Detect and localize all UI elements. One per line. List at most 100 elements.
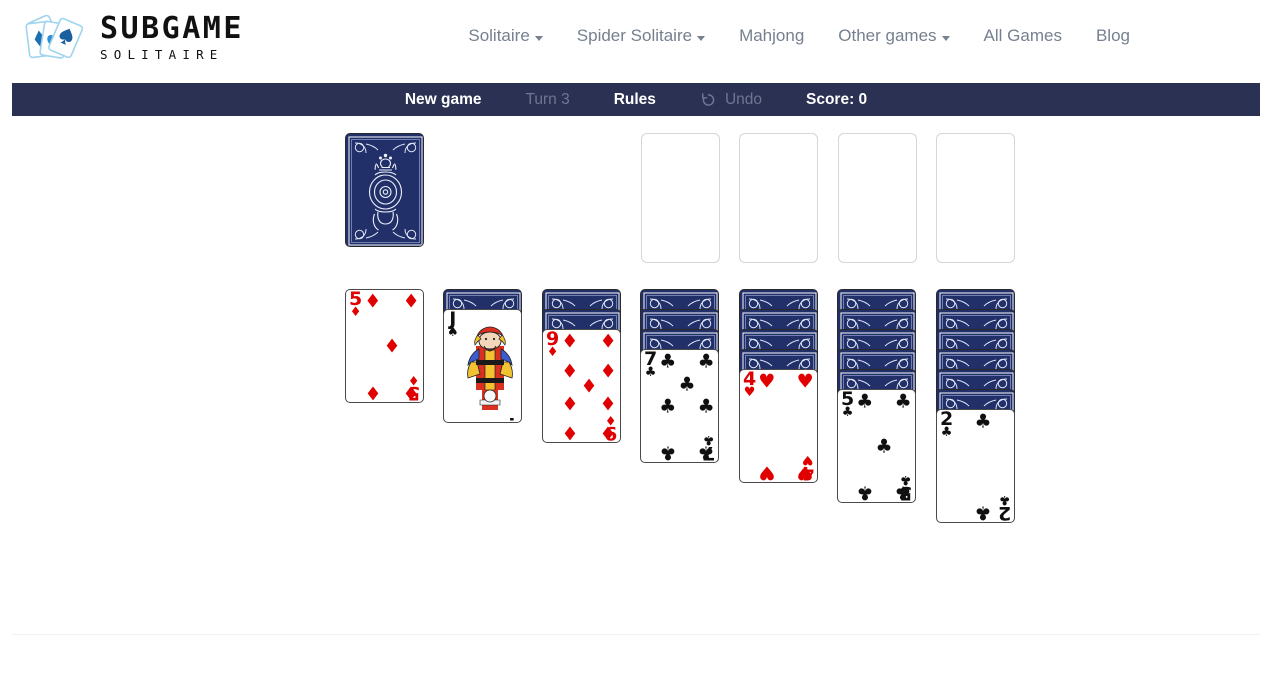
tableau-column-4[interactable]: 7 ♣ 7 ♣ ♣ ♣ ♣ ♣ ♣ ♣ ♣	[640, 289, 719, 463]
card-pip: ♥	[796, 461, 814, 483]
card-pip: ♦	[599, 421, 617, 443]
foundation-slot[interactable]	[641, 133, 720, 263]
foundation-slot[interactable]	[739, 133, 818, 263]
nav-label-solitaire: Solitaire	[468, 26, 530, 45]
court-figure-icon	[458, 316, 521, 418]
logo-title: SUBGAME	[100, 11, 244, 47]
card-pip: ♣	[894, 390, 912, 413]
nav-item-mahjong[interactable]: Mahjong	[739, 26, 804, 46]
tableau-column-5[interactable]: 4 ♥ 4 ♥ ♥ ♥ ♥ ♥	[739, 289, 818, 483]
card-corner-top: J ♠	[447, 310, 459, 341]
card-suit-icon: ♥	[743, 385, 756, 401]
foundation-pile-2[interactable]	[739, 133, 818, 263]
foundation-pile-1[interactable]	[641, 133, 720, 263]
card-pip: ♦	[599, 391, 617, 414]
tableau-column-7[interactable]: 2 ♣ 2 ♣ ♣ ♣	[936, 289, 1015, 523]
foundation-pile-4[interactable]	[936, 133, 1015, 263]
nav-label-all-games: All Games	[983, 26, 1062, 45]
undo-arrow-icon	[701, 93, 715, 106]
turn-mode-button[interactable]: Turn 3	[503, 91, 591, 109]
nav-item-blog[interactable]: Blog	[1096, 26, 1130, 46]
chevron-down-icon	[534, 35, 543, 41]
card-pip: ♣	[697, 441, 715, 463]
undo-label: Undo	[724, 90, 762, 108]
card-pip: ♦	[561, 421, 579, 443]
chevron-down-icon	[697, 35, 706, 41]
card-corner-top: 5 ♣	[841, 390, 854, 421]
card-pip: ♦	[561, 330, 579, 353]
card-pip: ♥	[796, 370, 814, 393]
card-corner-top: 7 ♣	[644, 350, 657, 379]
card-suit-icon: ♣	[940, 425, 953, 441]
card-pip: ♥	[758, 370, 776, 393]
card-pip: ♦	[402, 381, 420, 403]
card-pip: ♦	[561, 360, 579, 383]
card-back[interactable]	[345, 133, 424, 247]
nav-label-blog: Blog	[1095, 26, 1130, 45]
card-corner-top: 9 ♦	[546, 330, 559, 361]
game-board: 5 ♦ 5 ♦ ♦♦♦♦♦ J ♠ J ♠	[0, 116, 1280, 635]
card-suit-icon: ♠	[447, 325, 459, 341]
foundation-pile-3[interactable]	[838, 133, 917, 263]
foundation-slot[interactable]	[838, 133, 917, 263]
card-pip: ♦	[580, 375, 598, 398]
logo-subtitle: SOLITAIRE	[100, 47, 224, 63]
site-logo[interactable]: SUBGAME SOLITAIRE	[22, 7, 244, 69]
new-game-button[interactable]: New game	[383, 91, 504, 109]
card-pip: ♣	[974, 410, 992, 433]
main-navigation: Solitaire Spider Solitaire Mahjong Other…	[468, 26, 1130, 46]
card-pip: ♣	[856, 481, 874, 503]
card-pip: ♣	[875, 435, 893, 458]
nav-label-spider-solitaire: Spider Solitaire	[576, 26, 693, 45]
waste-pile[interactable]	[443, 133, 522, 263]
nav-item-other-games[interactable]: Other games	[838, 26, 950, 46]
playing-cards-fan-icon	[25, 14, 84, 59]
tableau-column-2[interactable]: J ♠ J ♠	[443, 289, 522, 423]
card-pip: ♦	[402, 290, 420, 313]
card-suit-icon: ♦	[546, 345, 559, 361]
nav-label-mahjong: Mahjong	[739, 26, 805, 45]
card-pip: ♣	[974, 501, 992, 523]
card-corner-top: 4 ♥	[743, 370, 756, 401]
card-pip: ♣	[697, 395, 715, 418]
card-corner-top: 2 ♣	[940, 410, 953, 441]
foundation-slot[interactable]	[936, 133, 1015, 263]
nav-item-all-games[interactable]: All Games	[984, 26, 1062, 46]
nav-item-spider-solitaire[interactable]: Spider Solitaire	[576, 26, 706, 46]
score-display: Score: 0	[806, 90, 868, 108]
card-suit-icon: ♦	[349, 305, 362, 321]
card-suit-icon: ♣	[841, 405, 854, 421]
card-pip-layout: ♦ ♦ ♦ ♦ ♦ ♦ ♦ ♦ ♦	[559, 330, 619, 443]
footer-divider	[12, 634, 1260, 635]
playing-card[interactable]: 5 ♦ 5 ♦ ♦ ♦ ♦ ♦ ♦	[345, 289, 424, 403]
card-pip: ♦	[383, 335, 401, 358]
card-pip: ♥	[758, 461, 776, 483]
card-pip-layout: ♣ ♣ ♣ ♣ ♣	[854, 390, 914, 503]
playing-card[interactable]: 7 ♣ 7 ♣ ♣ ♣ ♣ ♣ ♣ ♣ ♣	[640, 349, 719, 463]
card-pip-layout: ♣ ♣ ♣ ♣ ♣ ♣ ♣	[657, 350, 717, 463]
card-pip: ♣	[856, 390, 874, 413]
tableau-column-6[interactable]: 5 ♣ 5 ♣ ♣ ♣ ♣ ♣ ♣	[837, 289, 916, 503]
playing-card[interactable]: 2 ♣ 2 ♣ ♣ ♣	[936, 409, 1015, 523]
tableau-column-3[interactable]: 9 ♦ 9 ♦ ♦ ♦ ♦ ♦ ♦ ♦ ♦ ♦ ♦	[542, 289, 621, 443]
game-toolbar: New game Turn 3 Rules Undo Score: 0	[12, 83, 1260, 116]
tableau-column-1[interactable]: 5 ♦ 5 ♦ ♦ ♦ ♦ ♦ ♦	[345, 289, 424, 403]
playing-card[interactable]: J ♠ J ♠	[443, 309, 522, 423]
logo-text: SUBGAME SOLITAIRE	[100, 14, 244, 62]
card-pip: ♣	[659, 350, 677, 373]
nav-label-other-games: Other games	[838, 26, 937, 45]
card-corner-top: 5 ♦	[349, 290, 362, 321]
card-pip-layout: ♦ ♦ ♦ ♦ ♦	[362, 290, 422, 403]
undo-button[interactable]: Undo	[678, 91, 784, 109]
card-pip-layout: ♥ ♥ ♥ ♥	[756, 370, 816, 483]
playing-card[interactable]: 5 ♣ 5 ♣ ♣ ♣ ♣ ♣ ♣	[837, 389, 916, 503]
card-pip: ♦	[599, 330, 617, 353]
card-pip: ♣	[659, 395, 677, 418]
playing-card[interactable]: 9 ♦ 9 ♦ ♦ ♦ ♦ ♦ ♦ ♦ ♦ ♦ ♦	[542, 329, 621, 443]
rules-button[interactable]: Rules	[592, 91, 678, 109]
card-pip-layout: ♣ ♣	[953, 410, 1013, 523]
card-pip: ♣	[697, 350, 715, 373]
nav-item-solitaire[interactable]: Solitaire	[468, 26, 543, 46]
card-pip: ♣	[894, 481, 912, 503]
playing-card[interactable]: 4 ♥ 4 ♥ ♥ ♥ ♥ ♥	[739, 369, 818, 483]
